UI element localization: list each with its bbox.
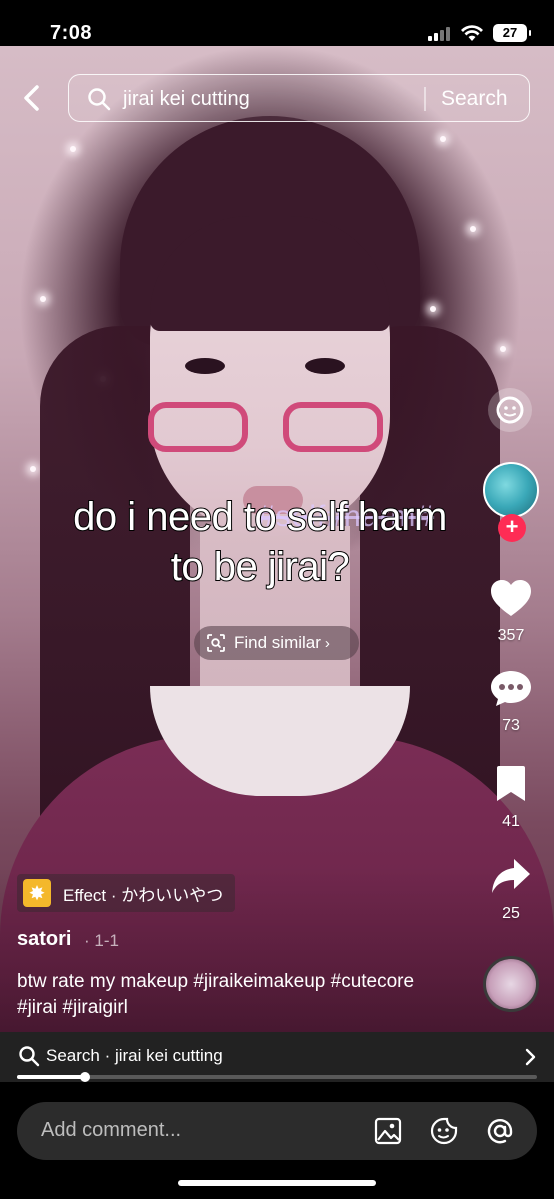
home-indicator bbox=[178, 1180, 376, 1186]
find-similar-button[interactable]: Find similar › bbox=[194, 626, 359, 660]
comment-count: 73 bbox=[502, 717, 520, 734]
share-count: 25 bbox=[502, 905, 520, 922]
bokeh-light bbox=[440, 136, 446, 142]
search-button[interactable]: Search bbox=[441, 87, 508, 111]
cellular-signal-icon bbox=[428, 27, 452, 41]
chevron-right-icon: › bbox=[324, 634, 330, 652]
search-query: jirai kei cutting bbox=[123, 88, 250, 110]
image-icon[interactable] bbox=[373, 1116, 403, 1146]
post-description[interactable]: btw rate my makeup #jiraikeimakeup #cute… bbox=[17, 969, 457, 1021]
caption-line-1: do i need to self harm bbox=[72, 494, 448, 540]
emoji-reaction-button[interactable] bbox=[488, 388, 532, 432]
effect-label: Effect · かわいいやつ bbox=[63, 885, 224, 905]
heart-icon bbox=[491, 580, 531, 616]
search-input[interactable]: jirai kei cutting Search bbox=[68, 74, 530, 122]
comment-input[interactable]: Add comment... bbox=[17, 1102, 537, 1160]
bokeh-light bbox=[430, 306, 436, 312]
effect-icon: ✸ bbox=[23, 879, 51, 907]
scan-icon bbox=[207, 634, 225, 652]
divider bbox=[424, 87, 426, 111]
bokeh-light bbox=[500, 346, 506, 352]
comment-placeholder: Add comment... bbox=[41, 1119, 182, 1141]
find-similar-label: Find similar bbox=[234, 633, 321, 652]
comment-button[interactable]: 73 bbox=[478, 668, 544, 735]
sticker-icon[interactable] bbox=[429, 1116, 459, 1146]
back-icon[interactable] bbox=[18, 80, 46, 116]
music-disc[interactable] bbox=[483, 956, 539, 1012]
comment-icon bbox=[491, 671, 531, 706]
glasses-right-lens bbox=[283, 402, 383, 452]
progress-scrubber[interactable] bbox=[79, 1072, 90, 1082]
search-icon bbox=[19, 1046, 40, 1067]
status-time: 7:08 bbox=[50, 22, 93, 44]
effect-tag[interactable]: ✸ Effect · かわいいやつ bbox=[17, 874, 236, 912]
follow-button[interactable]: + bbox=[498, 514, 526, 542]
glasses-left-lens bbox=[148, 402, 248, 452]
status-bar: 7:08 27 bbox=[0, 0, 554, 46]
eye-right bbox=[305, 358, 345, 374]
bookmark-icon bbox=[497, 766, 525, 801]
bokeh-light bbox=[40, 296, 46, 302]
bokeh-light bbox=[70, 146, 76, 152]
share-icon bbox=[492, 859, 530, 893]
creator-avatar[interactable] bbox=[483, 462, 539, 518]
bokeh-light bbox=[470, 226, 476, 232]
emoji-icon bbox=[496, 396, 524, 424]
save-count: 41 bbox=[502, 813, 520, 830]
like-count: 357 bbox=[497, 627, 525, 644]
save-button[interactable]: 41 bbox=[478, 764, 544, 831]
username[interactable]: satori bbox=[17, 928, 71, 951]
caption-line-2: to be jirai? bbox=[170, 544, 351, 590]
wifi-icon bbox=[461, 25, 483, 41]
like-button[interactable]: 357 bbox=[478, 578, 544, 645]
search-icon bbox=[88, 88, 111, 111]
eye-left bbox=[185, 358, 225, 374]
chevron-right-icon bbox=[525, 1048, 536, 1066]
post-date: · 1-1 bbox=[84, 931, 119, 950]
progress-fill bbox=[17, 1075, 85, 1079]
video-caption: do i need to self harm to be jirai? bbox=[40, 492, 480, 592]
comment-bar: Add comment... bbox=[0, 1082, 554, 1199]
battery-indicator: 27 bbox=[493, 24, 531, 42]
bokeh-light bbox=[30, 466, 36, 472]
mention-icon[interactable] bbox=[485, 1116, 515, 1146]
related-search-label: Search · jirai kei cutting bbox=[46, 1046, 223, 1065]
video-progress-bar[interactable] bbox=[17, 1072, 537, 1082]
share-button[interactable]: 25 bbox=[478, 856, 544, 923]
